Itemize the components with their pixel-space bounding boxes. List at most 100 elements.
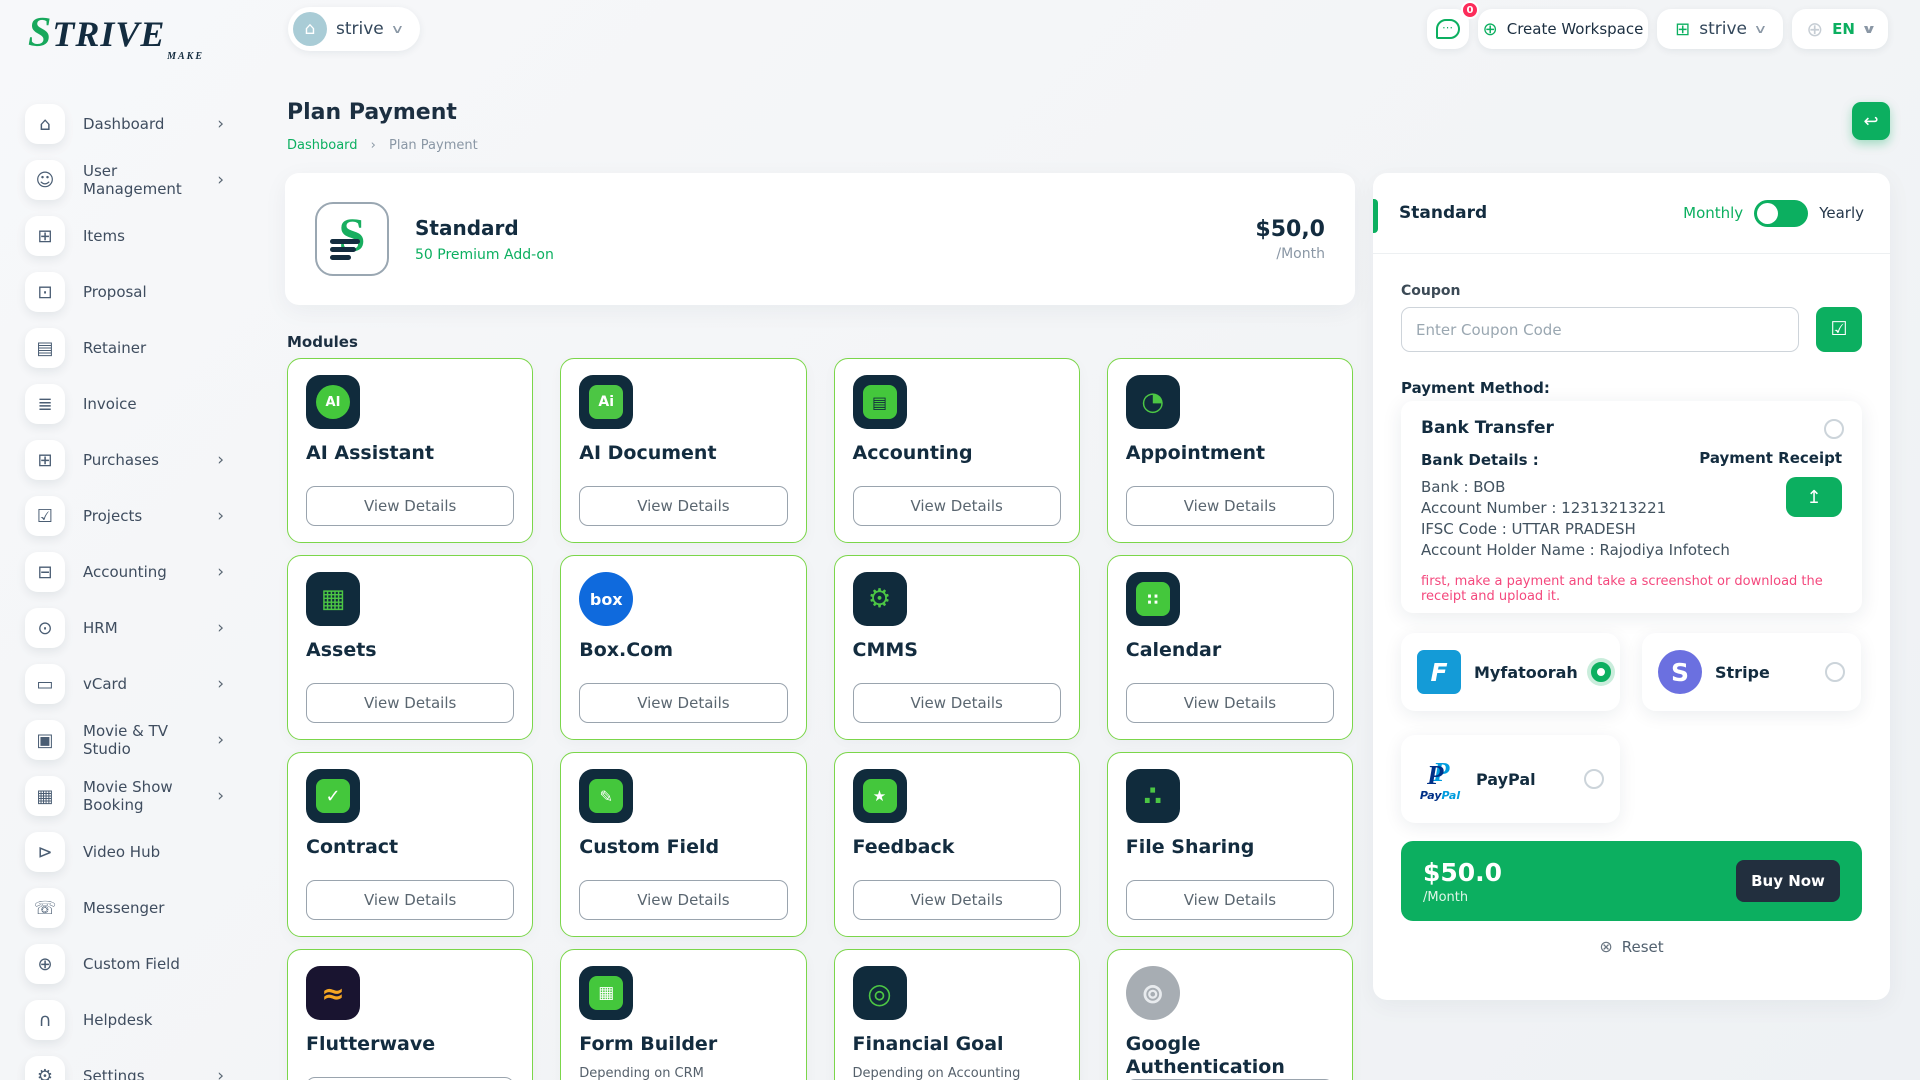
grid-plus-icon: ⊟ [25, 552, 65, 592]
provider-paypal[interactable]: PPPayPal PayPal [1401, 735, 1620, 823]
paypal-logo-icon: PPPayPal [1417, 757, 1463, 802]
contract-icon: ✓ [306, 769, 360, 823]
view-details-button[interactable]: View Details [306, 486, 514, 526]
sidebar-item-proposal[interactable]: ⊡Proposal [0, 264, 262, 320]
bank-detail-line: Account Number : 12313213221 [1421, 498, 1842, 519]
view-details-button[interactable]: View Details [1126, 880, 1334, 920]
brand-logo: STRIVE MAKE [28, 12, 218, 54]
apply-coupon-button[interactable]: ☑ [1816, 307, 1862, 352]
sidebar-item-movie-tv-studio[interactable]: ▣Movie & TV Studio› [0, 712, 262, 768]
plan-addon-link[interactable]: 50 Premium Add-on [415, 247, 554, 263]
payment-method-label: Payment Method: [1401, 379, 1550, 397]
module-glyph: ✓ [316, 779, 350, 813]
provider-name: PayPal [1476, 770, 1536, 789]
breadcrumb-dashboard-link[interactable]: Dashboard [287, 138, 358, 153]
users-icon: ☺ [25, 160, 65, 200]
sidebar-item-label: Items [83, 227, 125, 245]
module-card-ai-assistant: AI AI Assistant View Details [287, 358, 533, 543]
view-details-button[interactable]: View Details [579, 683, 787, 723]
sidebar: ⌂Dashboard›☺User Management›⊞Items⊡Propo… [0, 96, 262, 1080]
chat-icon: ☏ [25, 888, 65, 928]
view-details-button[interactable]: View Details [1126, 486, 1334, 526]
buy-now-button[interactable]: Buy Now [1736, 860, 1840, 902]
billing-period-toggle[interactable] [1754, 200, 1808, 227]
view-details-button[interactable]: View Details [853, 683, 1061, 723]
module-card-cmms: ⚙CMMSView Details [834, 555, 1080, 740]
create-workspace-button[interactable]: ⊕ Create Workspace [1478, 9, 1648, 49]
reset-button[interactable]: ⊗ Reset [1373, 937, 1890, 956]
sidebar-item-accounting[interactable]: ⊟Accounting› [0, 544, 262, 600]
app-switcher[interactable]: ⊞ strive ∨ [1657, 9, 1783, 49]
provider-radio-myfatoorah[interactable] [1591, 662, 1611, 682]
grid-plus-icon: ⊞ [1675, 19, 1690, 40]
sidebar-item-messenger[interactable]: ☏Messenger [0, 880, 262, 936]
brand-logo-text: TRIVE [52, 14, 165, 54]
sidebar-item-video-hub[interactable]: ⊳Video Hub [0, 824, 262, 880]
flutterwave-icon: ≈ [306, 966, 360, 1020]
breadcrumb: Dashboard › Plan Payment [287, 138, 478, 153]
provider-radio-stripe[interactable] [1825, 662, 1845, 682]
sidebar-item-retainer[interactable]: ▤Retainer [0, 320, 262, 376]
upload-receipt-button[interactable]: ↥ [1786, 477, 1842, 517]
module-glyph: Ai [589, 385, 623, 419]
back-button[interactable]: ↩ [1852, 102, 1890, 140]
stripe-logo-icon: S [1658, 650, 1702, 694]
view-details-button[interactable]: View Details [579, 486, 787, 526]
module-glyph: AI [316, 385, 350, 419]
sidebar-item-custom-field[interactable]: ⊕Custom Field [0, 936, 262, 992]
chat-button[interactable]: ⋯ 0 [1427, 9, 1469, 49]
app-root: STRIVE MAKE ⌂ strive ∨ ⋯ 0 ⊕ Create Work… [0, 0, 1920, 1080]
breadcrumb-separator: › [371, 138, 376, 153]
sidebar-item-invoice[interactable]: ≣Invoice [0, 376, 262, 432]
workspace-selector[interactable]: ⌂ strive ∨ [288, 7, 420, 51]
provider-radio-paypal[interactable] [1584, 769, 1604, 789]
ai-document-icon: Ai [579, 375, 633, 429]
provider-stripe[interactable]: SStripe [1642, 633, 1861, 711]
plus-circle-icon: ⊕ [1483, 19, 1498, 40]
sidebar-item-label: Custom Field [83, 955, 180, 973]
chevron-right-icon: › [217, 786, 224, 806]
gear-icon: ⚙ [25, 1056, 65, 1080]
view-details-button[interactable]: View Details [579, 880, 787, 920]
sidebar-item-label: Settings [83, 1067, 145, 1080]
home-icon: ⌂ [25, 104, 65, 144]
chevron-right-icon: › [217, 730, 224, 750]
sidebar-item-hrm[interactable]: ⊙HRM› [0, 600, 262, 656]
sidebar-item-user-management[interactable]: ☺User Management› [0, 152, 262, 208]
toggle-knob [1757, 203, 1778, 224]
page-title: Plan Payment [287, 100, 457, 125]
module-title: Calendar [1126, 639, 1334, 662]
sidebar-item-settings[interactable]: ⚙ Settings › [0, 1048, 262, 1080]
sidebar-item-label: Helpdesk [83, 1011, 152, 1029]
language-label: EN [1832, 20, 1855, 38]
sidebar-item-helpdesk[interactable]: ∩Helpdesk [0, 992, 262, 1048]
module-title: Custom Field [579, 836, 787, 859]
bank-detail-line: Bank : BOB [1421, 477, 1842, 498]
card-icon: ▭ [25, 664, 65, 704]
provider-myfatoorah[interactable]: FMyfatoorah [1401, 633, 1620, 711]
sidebar-item-label: HRM [83, 619, 118, 637]
view-details-button[interactable]: View Details [306, 683, 514, 723]
grid-icon: ⊡ [25, 272, 65, 312]
view-details-button[interactable]: View Details [1126, 683, 1334, 723]
language-selector[interactable]: ⊕ EN ∨ [1792, 9, 1888, 49]
sidebar-item-label: Projects [83, 507, 142, 525]
coupon-input[interactable] [1401, 307, 1799, 352]
bank-transfer-radio[interactable] [1824, 419, 1844, 439]
module-title: Flutterwave [306, 1033, 514, 1056]
sidebar-item-dashboard[interactable]: ⌂Dashboard› [0, 96, 262, 152]
module-card-google-authentication: ⊚Google AuthenticationView Details [1107, 949, 1353, 1080]
view-details-button[interactable]: View Details [853, 486, 1061, 526]
chevron-right-icon: › [217, 562, 224, 582]
sidebar-item-movie-show-booking[interactable]: ▦Movie Show Booking› [0, 768, 262, 824]
sidebar-item-projects[interactable]: ☑Projects› [0, 488, 262, 544]
chevron-right-icon: › [217, 1066, 224, 1080]
sidebar-item-items[interactable]: ⊞Items [0, 208, 262, 264]
view-details-button[interactable]: View Details [306, 880, 514, 920]
sidebar-item-purchases[interactable]: ⊞Purchases› [0, 432, 262, 488]
module-title: AI Assistant [306, 442, 514, 465]
view-details-button[interactable]: View Details [853, 880, 1061, 920]
sidebar-item-vcard[interactable]: ▭vCard› [0, 656, 262, 712]
sidebar-item-label: Retainer [83, 339, 146, 357]
bank-transfer-card[interactable]: Bank Transfer Bank Details : Payment Rec… [1401, 401, 1862, 613]
